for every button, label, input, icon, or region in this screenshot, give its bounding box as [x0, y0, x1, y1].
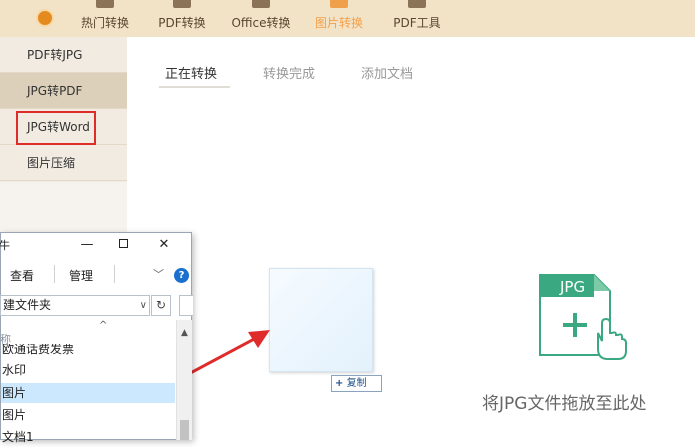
file-row[interactable]: 水印 — [1, 360, 175, 380]
nav-tab-image-convert[interactable]: 图片转换 — [312, 0, 366, 37]
address-bar[interactable]: 建文件夹 ∨ — [0, 295, 150, 316]
office-icon — [252, 0, 270, 8]
nav-tab-pdf-convert[interactable]: PDF转换 — [158, 0, 206, 37]
minimize-button[interactable]: — — [79, 237, 95, 253]
pdf-icon — [173, 0, 191, 8]
file-explorer-window: 牛 — ✕ 查看 管理 ﹀ ? 建文件夹 ∨ ↻ ^ 称 欧通话费发票 水印 图… — [0, 232, 193, 444]
jpg-icon-text: JPG — [559, 278, 585, 296]
drop-hint-text: 将JPG文件拖放至此处 — [482, 394, 647, 414]
file-row[interactable]: 文档1 — [1, 427, 175, 447]
maximize-icon — [118, 239, 128, 248]
nav-tab-label: 图片转换 — [314, 16, 363, 30]
window-title-fragment: 牛 — [0, 239, 10, 252]
tab-done[interactable]: 转换完成 — [263, 63, 315, 82]
ribbon-tab-manage[interactable]: 管理 — [69, 267, 93, 284]
sort-arrow-icon[interactable]: ^ — [99, 320, 107, 331]
nav-tab-hot-convert[interactable]: 热门转换 — [76, 0, 134, 37]
search-input[interactable] — [179, 295, 193, 316]
help-icon[interactable]: ? — [174, 268, 189, 283]
active-tab-underline — [159, 86, 230, 88]
refresh-button[interactable]: ↻ — [151, 295, 171, 316]
drag-preview-thumbnail — [269, 268, 373, 372]
star-icon — [96, 0, 114, 8]
jpg-file-drop-icon[interactable]: JPG — [538, 267, 630, 367]
vertical-scrollbar[interactable]: ▲ — [176, 320, 192, 440]
tab-add-document[interactable]: 添加文档 — [361, 63, 413, 82]
image-icon — [330, 0, 348, 8]
top-navigation-bar: 热门转换 PDF转换 Office转换 图片转换 PDF工具 — [0, 0, 695, 37]
nav-tab-office-convert[interactable]: Office转换 — [230, 0, 292, 37]
nav-tab-label: Office转换 — [231, 16, 291, 30]
close-button[interactable]: ✕ — [156, 237, 172, 253]
tab-converting[interactable]: 正在转换 — [165, 63, 217, 82]
app-logo-icon — [38, 11, 52, 25]
file-row[interactable]: 图片 — [1, 405, 175, 425]
nav-tab-pdf-tools[interactable]: PDF工具 — [393, 0, 441, 37]
scroll-up-icon[interactable]: ▲ — [181, 328, 188, 338]
scrollbar-thumb[interactable] — [180, 420, 189, 440]
nav-tab-label: PDF转换 — [158, 16, 206, 30]
chevron-down-icon[interactable]: ∨ — [140, 296, 147, 315]
toolbox-icon — [408, 0, 426, 8]
highlight-box — [16, 111, 96, 145]
maximize-button[interactable] — [115, 237, 131, 253]
chevron-down-icon[interactable]: ﹀ — [153, 266, 164, 282]
file-row[interactable]: 欧通话费发票 — [1, 344, 175, 356]
ribbon-divider — [54, 265, 55, 283]
ribbon-divider — [114, 265, 115, 283]
copy-badge: + 复制 — [331, 375, 382, 392]
plus-icon: + — [335, 378, 344, 389]
nav-tab-label: PDF工具 — [393, 16, 441, 30]
address-text: 建文件夹 — [3, 298, 52, 312]
nav-tab-label: 热门转换 — [80, 16, 129, 30]
copy-label: 复制 — [346, 378, 367, 389]
sidebar-item-image-compress[interactable]: 图片压缩 — [0, 145, 127, 181]
sidebar-item-jpg-to-pdf[interactable]: JPG转PDF — [0, 73, 127, 109]
ribbon-tab-view[interactable]: 查看 — [10, 267, 34, 284]
sidebar-item-pdf-to-jpg[interactable]: PDF转JPG — [0, 37, 127, 73]
file-row-selected[interactable]: 图片 — [1, 383, 175, 403]
